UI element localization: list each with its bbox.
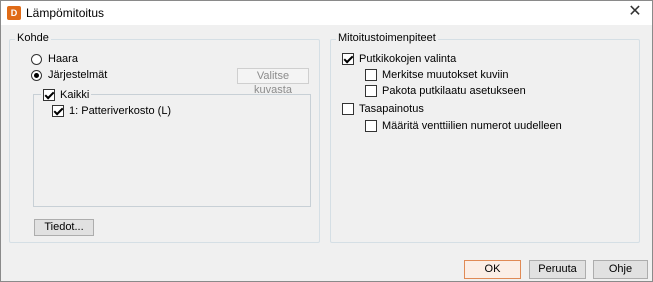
kohde-group-label: Kohde bbox=[15, 32, 51, 44]
tree-item-all[interactable]: Kaikki bbox=[41, 89, 92, 101]
mark-changes-checkbox[interactable] bbox=[365, 69, 377, 81]
tree-item-all-label: Kaikki bbox=[60, 89, 90, 101]
tree-item-checkbox[interactable] bbox=[52, 105, 64, 117]
balancing-checkbox[interactable] bbox=[342, 103, 354, 115]
renumber-valves-checkbox[interactable] bbox=[365, 120, 377, 132]
select-from-image-button[interactable]: Valitse kuvasta bbox=[237, 68, 309, 96]
close-icon[interactable]: ✕ bbox=[618, 1, 652, 25]
balancing-label: Tasapainotus bbox=[359, 103, 424, 115]
checkbox-mark-changes[interactable]: Merkitse muutokset kuviin bbox=[365, 69, 509, 81]
tree-item[interactable]: 1: Patteriverkosto (L) bbox=[52, 105, 171, 117]
radio-jarjestelmat[interactable]: Järjestelmät bbox=[31, 69, 107, 81]
mark-changes-label: Merkitse muutokset kuviin bbox=[382, 69, 509, 81]
force-quality-checkbox[interactable] bbox=[365, 85, 377, 97]
cancel-button[interactable]: Peruuta bbox=[529, 260, 586, 279]
checkbox-renumber-valves[interactable]: Määritä venttiilien numerot uudelleen bbox=[365, 120, 562, 132]
force-quality-label: Pakota putkilaatu asetukseen bbox=[382, 85, 526, 97]
system-tree[interactable]: Kaikki 1: Patteriverkosto (L) bbox=[33, 89, 311, 207]
app-icon: D bbox=[7, 6, 21, 20]
checkbox-balancing[interactable]: Tasapainotus bbox=[342, 103, 424, 115]
pipe-size-label: Putkikokojen valinta bbox=[359, 53, 457, 65]
help-button[interactable]: Ohje bbox=[593, 260, 648, 279]
tree-item-all-checkbox[interactable] bbox=[43, 89, 55, 101]
details-button[interactable]: Tiedot... bbox=[34, 219, 94, 236]
mitoitus-group: Mitoitustoimenpiteet Putkikokojen valint… bbox=[330, 32, 640, 243]
title-bar: D Lämpömitoitus ✕ bbox=[1, 1, 652, 25]
radio-haara-label: Haara bbox=[48, 53, 78, 65]
ok-button[interactable]: OK bbox=[464, 260, 521, 279]
pipe-size-checkbox[interactable] bbox=[342, 53, 354, 65]
radio-haara[interactable]: Haara bbox=[31, 53, 78, 65]
mitoitus-group-label: Mitoitustoimenpiteet bbox=[336, 32, 438, 44]
radio-haara-circle[interactable] bbox=[31, 53, 42, 65]
radio-jarjestelmat-circle[interactable] bbox=[31, 69, 42, 81]
dialog-window: D Lämpömitoitus ✕ Kohde Haara Järjestelm… bbox=[0, 0, 653, 282]
renumber-valves-label: Määritä venttiilien numerot uudelleen bbox=[382, 120, 562, 132]
window-title: Lämpömitoitus bbox=[26, 6, 105, 20]
checkbox-pipe-size[interactable]: Putkikokojen valinta bbox=[342, 53, 456, 65]
kohde-group: Kohde Haara Järjestelmät Valitse kuvasta… bbox=[9, 32, 320, 243]
tree-item-label: 1: Patteriverkosto (L) bbox=[69, 105, 172, 117]
checkbox-force-quality[interactable]: Pakota putkilaatu asetukseen bbox=[365, 85, 526, 97]
radio-jarjestelmat-label: Järjestelmät bbox=[48, 69, 108, 81]
